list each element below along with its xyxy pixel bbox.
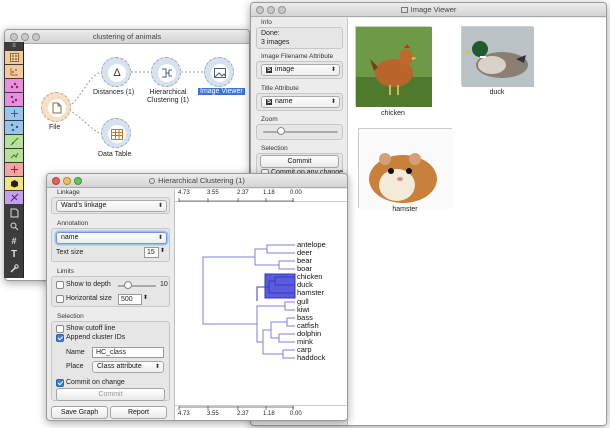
- info-box: Done: 3 images: [256, 27, 343, 49]
- tool-regression-icon[interactable]: [5, 149, 23, 162]
- table-icon: [108, 125, 126, 143]
- delta-icon: Δ: [108, 64, 126, 82]
- tool-unsupervised-icon[interactable]: [5, 191, 23, 204]
- duck-thumbnail[interactable]: [461, 26, 534, 87]
- zoom-slider-handle[interactable]: [277, 127, 285, 135]
- filename-attr-value: image: [275, 66, 295, 73]
- zoom-icon[interactable]: [278, 6, 286, 14]
- hamster-thumbnail[interactable]: [358, 128, 453, 209]
- chicken-thumbnail[interactable]: [355, 26, 432, 107]
- image-viewer-node[interactable]: [204, 57, 234, 87]
- tool-wrench-icon[interactable]: [5, 262, 23, 275]
- tool-scatter-icon[interactable]: [5, 79, 23, 92]
- viewer-commit-button[interactable]: Commit: [260, 155, 339, 168]
- tool-document-icon[interactable]: [5, 206, 23, 219]
- widget-toolbox: ≡ # T: [4, 42, 24, 278]
- title-attr-box: Sname ⬍: [256, 93, 343, 111]
- title-attr-value: name: [275, 98, 293, 105]
- hamster-label: hamster: [392, 206, 418, 213]
- distances-node-label: Distances (1): [93, 89, 135, 96]
- filename-attr-box: Simage ⬍: [256, 61, 343, 79]
- chicken-label: chicken: [381, 110, 405, 117]
- info-title: Info: [261, 19, 272, 26]
- duck-label: duck: [489, 89, 505, 96]
- tool-text-icon[interactable]: T: [5, 248, 23, 261]
- tool-evaluate-icon[interactable]: [5, 135, 23, 148]
- tool-distribution-icon[interactable]: [5, 93, 23, 106]
- chevron-updown-icon: ⬍: [330, 99, 336, 105]
- info-line2: 3 images: [261, 39, 290, 46]
- image-icon: [400, 7, 408, 14]
- hierarchical-clustering-window: Hierarchical Clustering (1) Linkage Ward…: [46, 173, 348, 421]
- tool-cube-icon[interactable]: [5, 177, 23, 190]
- tool-data-icon[interactable]: [5, 51, 23, 64]
- data-table-node[interactable]: [101, 118, 131, 148]
- zoom-title: Zoom: [261, 116, 278, 123]
- filename-attr-title: Image Filename Attribute: [261, 53, 334, 60]
- hierarchical-clustering-node[interactable]: [151, 57, 181, 87]
- tool-classify-icon[interactable]: [5, 107, 23, 120]
- leaf-hamster[interactable]: hamster: [297, 288, 324, 297]
- hamster-photo: [359, 129, 453, 209]
- file-node[interactable]: [41, 92, 71, 122]
- tool-search-icon[interactable]: [5, 220, 23, 233]
- zoom-box: [256, 124, 343, 140]
- file-node-label: File: [49, 124, 61, 131]
- filename-attr-select[interactable]: Simage ⬍: [261, 64, 340, 76]
- dendrogram-icon: [158, 64, 176, 82]
- info-line1: Done:: [261, 30, 280, 37]
- distances-node[interactable]: Δ: [101, 57, 131, 87]
- close-icon[interactable]: [256, 6, 264, 14]
- image-icon: [211, 64, 229, 82]
- chicken-photo: [356, 27, 432, 107]
- toolbox-menu-icon[interactable]: ≡: [5, 42, 23, 50]
- file-icon: [48, 99, 66, 117]
- tool-associate-icon[interactable]: [5, 163, 23, 176]
- data-table-node-label: Data Table: [98, 151, 132, 158]
- image-grid: chicken duck hamster: [347, 18, 606, 425]
- tool-network-icon[interactable]: [5, 121, 23, 134]
- hierarchical-clustering-node-label: Hierarchical Clustering (1): [147, 89, 190, 104]
- chevron-updown-icon: ⬍: [330, 67, 336, 73]
- minimize-icon[interactable]: [267, 6, 275, 14]
- tool-visualize-icon[interactable]: [5, 65, 23, 78]
- title-attr-select[interactable]: Sname ⬍: [261, 96, 340, 108]
- title-attr-title: Title Attribute: [261, 85, 299, 92]
- image-viewer-node-label: Image Viewer: [198, 88, 245, 95]
- image-viewer-titlebar: Image Viewer: [251, 3, 606, 17]
- viewer-selection-title: Selection: [261, 145, 288, 152]
- zoom-slider-track[interactable]: [263, 131, 338, 133]
- leaf-haddock[interactable]: haddock: [297, 353, 325, 362]
- duck-photo: [462, 27, 534, 87]
- image-viewer-title: Image Viewer: [410, 5, 457, 14]
- tool-hash-icon[interactable]: #: [5, 234, 23, 247]
